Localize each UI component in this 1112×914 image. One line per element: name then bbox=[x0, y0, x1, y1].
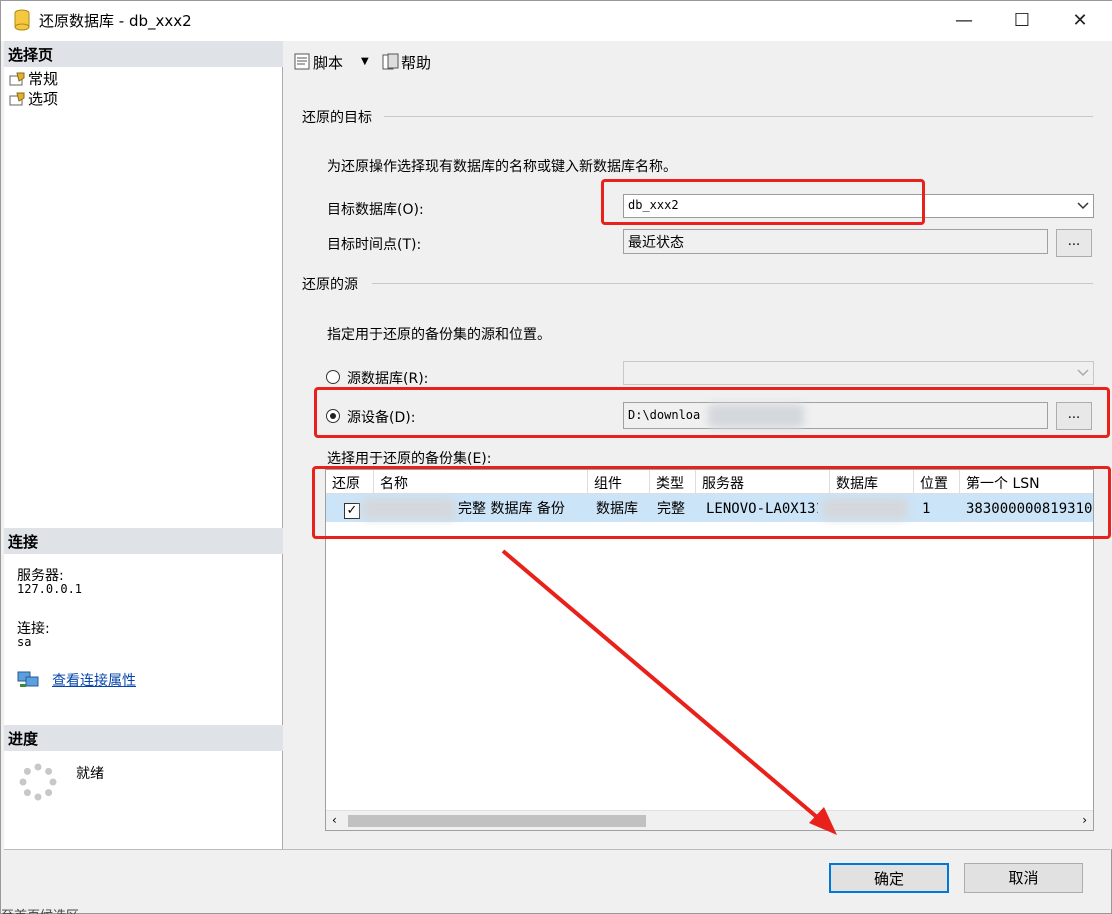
help-label: 帮助 bbox=[401, 54, 432, 72]
footer-divider bbox=[4, 849, 1110, 850]
minimize-button[interactable]: — bbox=[935, 1, 993, 41]
divider bbox=[372, 283, 1093, 284]
source-group-title: 还原的源 bbox=[302, 277, 358, 293]
page-general-label: 常规 bbox=[28, 70, 59, 88]
title-bar: 还原数据库 - db_xxx2 — ☐ ✕ bbox=[1, 1, 1112, 41]
server-value: 127.0.0.1 bbox=[17, 582, 83, 596]
script-icon bbox=[294, 53, 310, 70]
target-time-label: 目标时间点(T): bbox=[327, 237, 422, 253]
target-time-browse-button[interactable]: ... bbox=[1056, 229, 1092, 257]
connection-value: sa bbox=[17, 635, 32, 649]
page-settings-icon bbox=[9, 92, 25, 106]
annotation-highlight bbox=[601, 179, 925, 225]
destination-instruction: 为还原操作选择现有数据库的名称或键入新数据库名称。 bbox=[327, 159, 677, 175]
page-general[interactable]: 常规 bbox=[9, 68, 58, 89]
annotation-arrow bbox=[501, 549, 837, 835]
destination-group-title: 还原的目标 bbox=[302, 110, 372, 126]
source-db-label: 源数据库(R): bbox=[347, 371, 429, 387]
page-options-label: 选项 bbox=[28, 90, 59, 108]
source-instruction: 指定用于还原的备份集的源和位置。 bbox=[327, 327, 551, 343]
chevron-down-icon bbox=[1077, 202, 1089, 210]
divider bbox=[384, 116, 1093, 117]
view-connection-properties-link[interactable]: 查看连接属性 bbox=[52, 670, 136, 690]
window-title: 还原数据库 - db_xxx2 bbox=[39, 12, 192, 30]
connection-properties-icon bbox=[17, 671, 39, 687]
progress-spinner-icon bbox=[19, 763, 57, 801]
scroll-left-icon[interactable]: ‹ bbox=[332, 813, 337, 827]
connection-header: 连接 bbox=[4, 528, 283, 554]
help-icon bbox=[382, 53, 399, 70]
progress-header: 进度 bbox=[4, 725, 283, 751]
script-dropdown-icon[interactable]: ▼ bbox=[361, 56, 369, 67]
close-button[interactable]: ✕ bbox=[1051, 1, 1109, 41]
ok-button[interactable]: 确定 bbox=[829, 863, 949, 893]
background-status-text: 至首页候选区 bbox=[1, 905, 79, 914]
annotation-highlight bbox=[314, 387, 1110, 438]
database-icon bbox=[14, 9, 30, 31]
annotation-highlight bbox=[312, 466, 1111, 539]
help-button[interactable]: 帮助 bbox=[381, 52, 431, 73]
cancel-button[interactable]: 取消 bbox=[964, 863, 1083, 893]
page-settings-icon bbox=[9, 72, 25, 86]
script-label: 脚本 bbox=[313, 54, 344, 72]
select-page-header: 选择页 bbox=[4, 41, 283, 67]
scroll-right-icon[interactable]: › bbox=[1082, 813, 1087, 827]
page-options[interactable]: 选项 bbox=[9, 88, 58, 109]
chevron-down-icon bbox=[1077, 369, 1089, 377]
target-db-label: 目标数据库(O): bbox=[327, 202, 424, 218]
restore-database-dialog: 还原数据库 - db_xxx2 — ☐ ✕ 选择页 常规 选项 连接 服务器: … bbox=[0, 0, 1112, 914]
script-button[interactable]: 脚本 bbox=[293, 52, 343, 73]
progress-status: 就绪 bbox=[76, 766, 104, 782]
source-db-select[interactable] bbox=[623, 361, 1094, 385]
backup-sets-label: 选择用于还原的备份集(E): bbox=[327, 451, 492, 467]
maximize-button[interactable]: ☐ bbox=[993, 1, 1051, 41]
source-db-radio[interactable] bbox=[326, 370, 340, 384]
target-time-value: 最近状态 bbox=[628, 235, 684, 251]
target-time-field: 最近状态 bbox=[623, 229, 1048, 254]
